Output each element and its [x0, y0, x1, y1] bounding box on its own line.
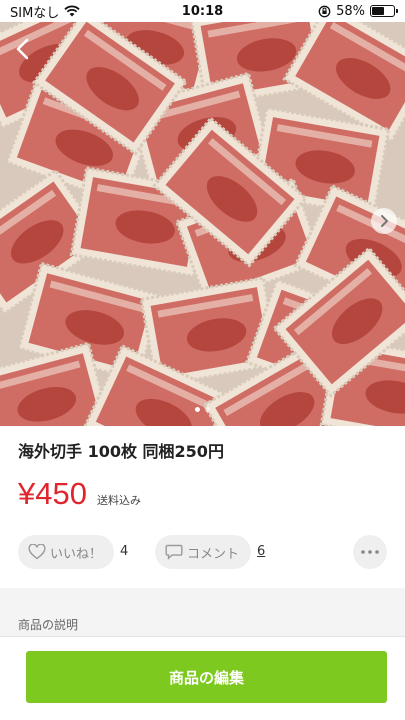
edit-item-button[interactable]: 商品の編集 [26, 651, 387, 703]
status-bar: SIMなし 10:18 58% [0, 0, 405, 22]
comment-button[interactable]: コメント [155, 535, 251, 569]
like-button[interactable]: いいね！ [18, 535, 114, 569]
like-label: いいね！ [50, 546, 103, 562]
description-header: 商品の説明 [0, 596, 405, 636]
back-button[interactable] [8, 34, 38, 64]
comment-icon [165, 544, 183, 560]
battery-fill [372, 7, 385, 15]
more-dots-icon [361, 550, 379, 554]
carousel-dot [195, 407, 200, 412]
battery-percent: 58% [336, 3, 365, 19]
item-title: 海外切手 100枚 同梱250円 [18, 442, 224, 461]
carousel-next-button[interactable] [371, 208, 397, 234]
chevron-right-icon [381, 215, 389, 227]
status-right: 58% [318, 3, 398, 19]
price-row: ¥450 送料込み [18, 476, 141, 512]
product-photo[interactable] [0, 22, 405, 426]
chevron-left-icon [16, 38, 29, 60]
heart-icon [28, 544, 46, 560]
comment-label: コメント [187, 546, 240, 562]
shipping-note: 送料込み [96, 494, 141, 507]
carousel-dot [205, 407, 210, 412]
description-header-label: 商品の説明 [18, 618, 79, 632]
item-price: ¥450 [18, 476, 87, 511]
stamps-image [0, 22, 405, 426]
status-left: SIMなし [10, 2, 80, 21]
carrier-label: SIMなし [10, 5, 60, 21]
battery-icon [370, 5, 398, 17]
more-button[interactable] [353, 535, 387, 569]
orientation-lock-icon [318, 5, 331, 17]
section-divider [0, 588, 405, 596]
like-count: 4 [120, 544, 129, 559]
action-row: いいね！ 4 コメント 6 [18, 535, 387, 571]
carousel-dots [0, 407, 405, 412]
wifi-icon [64, 5, 80, 17]
bottom-bar: 商品の編集 [0, 636, 405, 720]
comment-count[interactable]: 6 [257, 544, 265, 559]
